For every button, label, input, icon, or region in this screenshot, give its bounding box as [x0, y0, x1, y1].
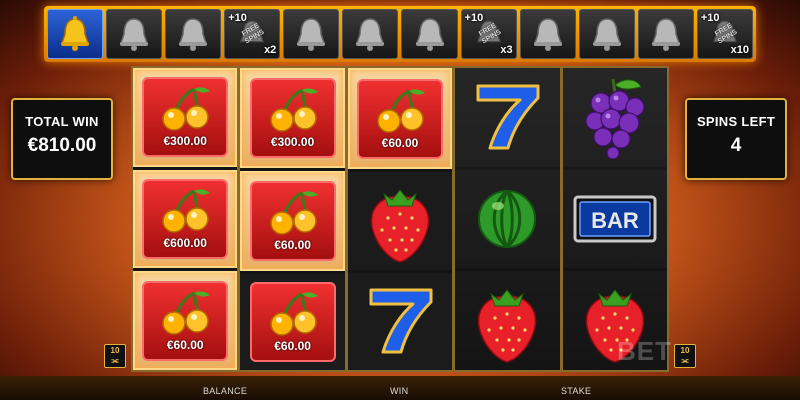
reel-cell: €60.00 [347, 68, 453, 170]
spins-left-panel: SPINS LEFT 4 [685, 98, 787, 180]
bonus-multiplier-label: x2 [264, 44, 277, 56]
bell-slot-6 [342, 9, 399, 59]
prize-value: €300.00 [163, 134, 207, 149]
paylines-badge-right: 10 ⫘ [674, 344, 696, 368]
bonus-plus-label: +10 [464, 12, 484, 24]
reel-cell: €60.00 [240, 274, 344, 370]
cherry-prize-tile: €300.00 [142, 77, 229, 158]
bonus-multiplier-label: x3 [500, 44, 513, 56]
bell-slot-3 [165, 9, 222, 59]
stake-label: STAKE [561, 386, 592, 396]
bonus-multiplier-label: x10 [730, 44, 749, 56]
bell-slot-11 [637, 9, 694, 59]
bar-icon: BAR [573, 195, 657, 243]
reel-cell: BAR [563, 170, 667, 269]
reel-cell: €300.00 [240, 68, 345, 168]
bell-slot-5 [283, 9, 340, 59]
cherry-prize-tile: €600.00 [142, 179, 229, 259]
seven-icon [476, 84, 540, 150]
win-label: WIN [390, 386, 409, 396]
gold-bell-icon [60, 16, 90, 51]
reel-cell: €300.00 [133, 68, 238, 167]
bell-collection-bar: +10 FREE SPINS x2 +10 FREE SPINS x3 +10 … [44, 6, 756, 62]
reel-grid: €300.00 €600.00 €60.00 €300.00 €60.00 €6… [131, 66, 669, 372]
reel-4 [455, 68, 560, 370]
cherry-icon [162, 189, 211, 233]
cherry-prize-tile: €60.00 [357, 78, 444, 159]
reel-cell: €600.00 [133, 169, 238, 269]
cherry-icon [269, 88, 318, 132]
prize-value: €60.00 [381, 135, 419, 150]
bonus-plus-label: +10 [700, 12, 720, 24]
reel-3: €60.00 [347, 68, 453, 370]
paylines-count: 10 [680, 346, 690, 355]
cherry-icon [162, 87, 211, 132]
seven-icon [369, 288, 433, 354]
spins-left-value: 4 [730, 135, 742, 156]
reel-cell [455, 271, 559, 370]
cherry-prize-tile: €60.00 [249, 282, 336, 362]
silver-bell-icon [356, 18, 385, 51]
prize-value: €60.00 [274, 238, 311, 252]
cherry-icon [269, 292, 318, 336]
prize-value: €600.00 [163, 236, 207, 250]
cherry-prize-tile: €300.00 [249, 78, 336, 158]
paylines-badge-left: 10 ⫘ [104, 344, 126, 368]
reel-cell [455, 68, 559, 167]
total-win-panel: TOTAL WIN €810.00 [11, 98, 113, 180]
bell-slot-9 [519, 9, 576, 59]
paylines-count: 10 [110, 346, 120, 355]
bell-slot-1 [47, 9, 104, 59]
watermelon-icon [478, 189, 537, 249]
strawberry-icon [478, 288, 537, 363]
balance-label: BALANCE [203, 386, 248, 396]
bell-slot-2 [106, 9, 163, 59]
bell-slot-bonus-x10: +10 FREE SPINS x10 [696, 9, 753, 59]
prize-value: €60.00 [274, 339, 311, 353]
watermark-text: BET [617, 336, 672, 366]
reel-cell [563, 68, 667, 167]
silver-bell-icon [592, 18, 621, 51]
reel-cell [348, 172, 452, 269]
bell-slot-10 [578, 9, 635, 59]
spins-left-label: SPINS LEFT [696, 114, 776, 129]
silver-bell-icon [415, 18, 444, 51]
bell-slot-7 [401, 9, 458, 59]
prize-value: €60.00 [166, 337, 204, 352]
cherry-prize-tile: €60.00 [249, 181, 336, 261]
silver-bell-icon [297, 18, 326, 51]
bell-slot-bonus-x3: +10 FREE SPINS x3 [460, 9, 517, 59]
prize-value: €300.00 [270, 135, 315, 149]
silver-bell-icon [651, 18, 680, 51]
silver-bell-icon [533, 18, 562, 51]
reel-2: €300.00 €60.00 €60.00 [240, 68, 345, 370]
cherry-icon [162, 291, 211, 335]
bonus-plus-label: +10 [228, 12, 247, 24]
reel-cell [455, 170, 559, 269]
bar-label: BAR [591, 208, 639, 233]
grapes-icon [585, 79, 645, 160]
strawberry-icon [370, 189, 430, 263]
reel-cell: €60.00 [133, 271, 238, 371]
reel-cell: €60.00 [240, 171, 345, 271]
total-win-value: €810.00 [27, 135, 97, 156]
reel-cell [348, 273, 452, 370]
total-win-label: TOTAL WIN [25, 114, 99, 129]
silver-bell-icon [179, 18, 208, 51]
reel-5: BAR [562, 68, 668, 370]
reel-1: €300.00 €600.00 €60.00 [133, 68, 238, 371]
cherry-icon [377, 89, 426, 133]
bell-slot-bonus-x2: +10 FREE SPINS x2 [224, 9, 281, 59]
cherry-prize-tile: €60.00 [142, 280, 229, 361]
cherry-icon [269, 191, 318, 235]
silver-bell-icon [120, 18, 149, 51]
